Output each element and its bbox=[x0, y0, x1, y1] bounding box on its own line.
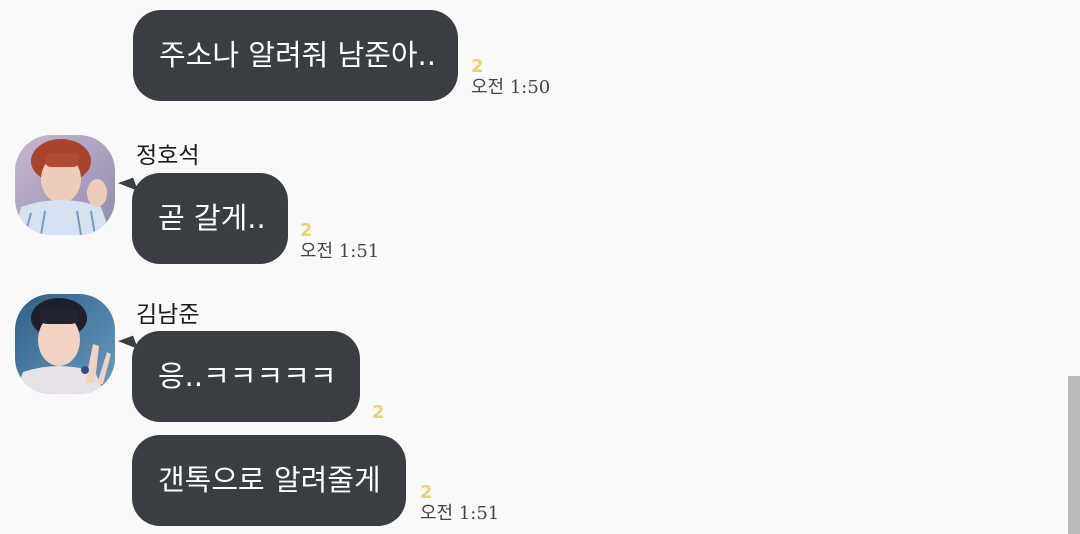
avatar[interactable] bbox=[15, 135, 115, 235]
timestamp: 오전 1:51 bbox=[300, 241, 380, 262]
avatar-photo-icon bbox=[15, 294, 115, 394]
sender-name: 김남준 bbox=[136, 302, 200, 328]
message-meta: 2 오전 1:51 bbox=[420, 484, 499, 524]
message-text: 응..ㅋㅋㅋㅋㅋ bbox=[158, 359, 337, 393]
timestamp: 오전 1:50 bbox=[471, 77, 551, 98]
message-bubble[interactable]: 곧 갈게.. bbox=[132, 173, 288, 264]
message-meta: 2 오전 1:51 bbox=[300, 222, 379, 262]
message-text: 곧 갈게.. bbox=[158, 201, 266, 235]
avatar[interactable] bbox=[15, 294, 115, 394]
message-bubble[interactable]: 주소나 알려줘 남준아.. bbox=[133, 10, 458, 101]
message-text: 주소나 알려줘 남준아.. bbox=[159, 38, 436, 72]
message-text: 갠톡으로 알려줄게 bbox=[158, 463, 381, 497]
message-meta: 2 bbox=[372, 404, 385, 422]
unread-count: 2 bbox=[471, 56, 484, 77]
avatar-photo-icon bbox=[15, 135, 115, 235]
timestamp: 오전 1:51 bbox=[420, 503, 500, 524]
sender-name: 정호석 bbox=[136, 143, 200, 169]
unread-count: 2 bbox=[300, 220, 313, 241]
unread-count: 2 bbox=[372, 402, 385, 423]
message-bubble[interactable]: 응..ㅋㅋㅋㅋㅋ bbox=[132, 331, 360, 422]
message-bubble[interactable]: 갠톡으로 알려줄게 bbox=[132, 435, 406, 526]
unread-count: 2 bbox=[420, 482, 433, 503]
message-meta: 2 오전 1:50 bbox=[471, 58, 550, 98]
scrollbar[interactable] bbox=[1068, 376, 1080, 534]
